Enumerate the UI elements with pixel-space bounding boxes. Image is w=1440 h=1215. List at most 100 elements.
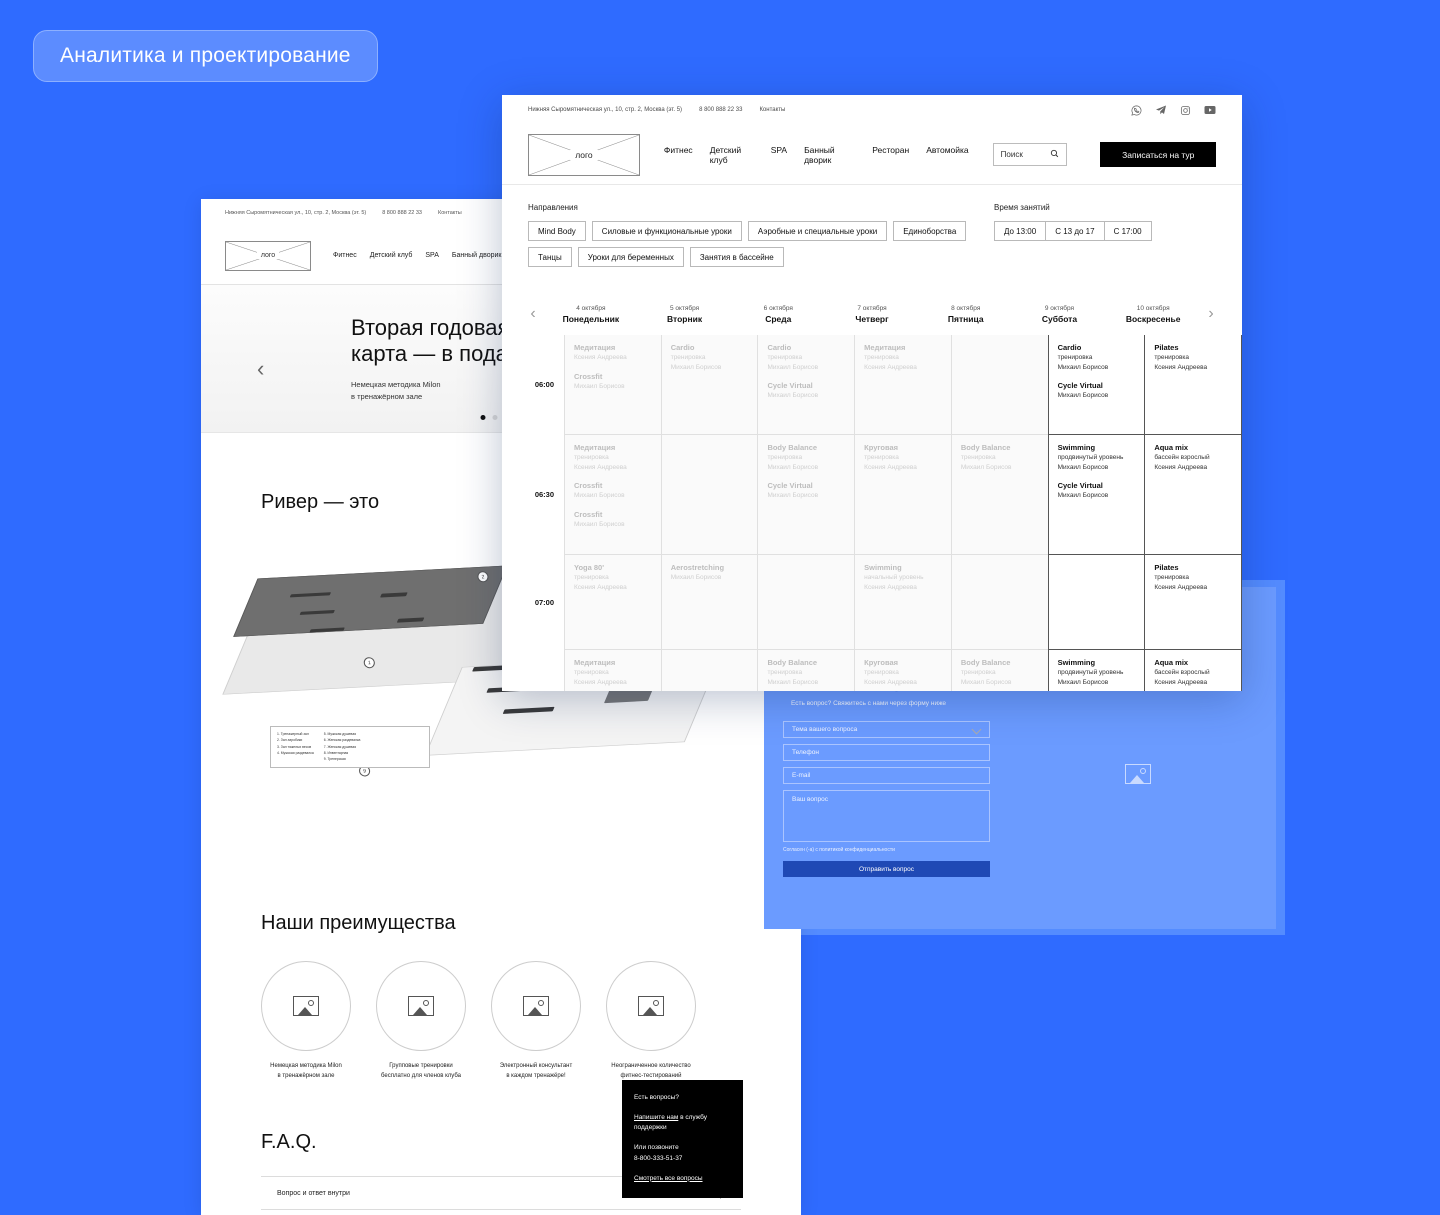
class-event[interactable]: Cycle Virtual Михаил Борисов xyxy=(767,481,846,501)
filter-chip-dance[interactable]: Танцы xyxy=(528,247,572,267)
schedule-cell[interactable]: Cardio тренировка Михаил Борисов xyxy=(661,335,758,435)
class-event[interactable]: Медитация тренировка Ксения Андреева xyxy=(574,443,653,472)
search-icon[interactable] xyxy=(1050,149,1059,160)
time-chip-after-17[interactable]: С 17:00 xyxy=(1103,221,1152,241)
schedule-cell[interactable] xyxy=(661,435,758,555)
next-week-icon[interactable]: › xyxy=(1200,305,1222,323)
schedule-cell[interactable] xyxy=(661,650,758,691)
youtube-icon[interactable] xyxy=(1204,105,1216,115)
schedule-cell[interactable] xyxy=(1048,555,1145,650)
schedule-cell[interactable]: Body Balance тренировка Михаил Борисов xyxy=(951,435,1048,555)
time-chip-before-13[interactable]: До 13:00 xyxy=(994,221,1046,241)
schedule-cell[interactable]: Круговая тренировка Ксения Андреева xyxy=(855,435,951,555)
schedule-contacts-link[interactable]: Контакты xyxy=(759,107,785,113)
schedule-cell[interactable]: Body Balance тренировка Михаил Борисов Cycl… xyxy=(758,435,855,555)
class-event[interactable]: Crossfit Михаил Борисов xyxy=(574,481,653,501)
site-phone[interactable]: 8 800 888 22 33 xyxy=(382,210,422,216)
class-event[interactable]: Cardio тренировка Михаил Борисов xyxy=(767,343,846,372)
search-input[interactable]: Поиск xyxy=(992,143,1068,166)
schedule-phone[interactable]: 8 800 888 22 33 xyxy=(699,107,742,113)
schedule-cell[interactable]: Медитация тренировка Ксения Андреева xyxy=(855,335,951,435)
class-event[interactable]: Cycle Virtual Михаил Борисов xyxy=(767,381,846,401)
day-header-saturday[interactable]: 9 октября Суббота xyxy=(1013,305,1107,324)
class-event[interactable]: Aerostretching Михаил Борисов xyxy=(671,563,750,583)
schedule-cell[interactable]: Aerostretching Михаил Борисов xyxy=(661,555,758,650)
hero-dot-1[interactable] xyxy=(480,415,486,420)
site-nav-item-fitness[interactable]: Фитнес xyxy=(333,252,357,259)
schedule-cell[interactable]: Cardio тренировка Михаил Борисов Cycle Virt… xyxy=(758,335,855,435)
schedule-cell[interactable]: Pilates тренировка Ксения Андреева xyxy=(1145,335,1242,435)
class-event[interactable]: Cycle Virtual Михаил Борисов xyxy=(1058,481,1137,501)
schedule-cell[interactable]: Swimming продвинутый уровень Михаил Борисо… xyxy=(1048,650,1145,691)
nav-item-fitness[interactable]: Фитнес xyxy=(664,145,693,165)
class-event[interactable]: Body Balance тренировка Михаил Борисов xyxy=(767,658,846,687)
nav-item-restaurant[interactable]: Ресторан xyxy=(872,145,909,165)
schedule-cell[interactable]: Cardio тренировка Михаил Борисов Cycle Virt… xyxy=(1048,335,1145,435)
class-event[interactable]: Body Balance тренировка Михаил Борисов xyxy=(961,658,1040,687)
day-header-wednesday[interactable]: 6 октября Среда xyxy=(731,305,825,324)
class-event[interactable]: Body Balance тренировка Михаил Борисов xyxy=(961,443,1040,472)
filter-chip-strength[interactable]: Силовые и функциональные уроки xyxy=(591,221,742,241)
schedule-cell[interactable] xyxy=(758,555,855,650)
schedule-cell[interactable] xyxy=(951,555,1048,650)
class-event[interactable]: Swimming продвинутый уровень Михаил Борисо… xyxy=(1058,658,1137,687)
schedule-cell[interactable]: Медитация тренировка Ксения Андреева xyxy=(565,650,661,691)
site-logo[interactable]: лого xyxy=(225,240,311,271)
class-event[interactable]: Cardio тренировка Михаил Борисов xyxy=(671,343,750,372)
class-event[interactable]: Круговая тренировка Ксения Андреева xyxy=(864,443,943,472)
schedule-cell[interactable]: Body Balance тренировка Михаил Борисов xyxy=(758,650,855,691)
schedule-cell[interactable]: Swimming продвинутый уровень Михаил Борисо… xyxy=(1048,435,1145,555)
nav-item-kids-club[interactable]: Детский клуб xyxy=(710,145,754,165)
nav-item-carwash[interactable]: Автомойка xyxy=(926,145,968,165)
class-event[interactable]: Aqua mix бассейн взрослый Ксения Андреева xyxy=(1154,658,1233,687)
filter-chip-mind-body[interactable]: Mind Body xyxy=(528,221,586,241)
faq-item[interactable]: Вопрос и ответ внутри xyxy=(261,1210,741,1215)
schedule-cell[interactable]: Yoga 80' тренировка Ксения Андреева xyxy=(565,555,661,650)
class-event[interactable]: Pilates тренировка Ксения Андреева xyxy=(1154,563,1233,592)
schedule-cell[interactable]: Aqua mix бассейн взрослый Ксения Андреева xyxy=(1145,435,1242,555)
class-event[interactable]: Cycle Virtual Михаил Борисов xyxy=(1058,381,1137,401)
site-nav-item-spa[interactable]: SPA xyxy=(425,252,439,259)
schedule-cell[interactable]: Медитация тренировка Ксения Андреева Crossf… xyxy=(565,435,661,555)
hero-dot-2[interactable] xyxy=(492,415,498,420)
class-event[interactable]: Crossfit Михаил Борисов xyxy=(574,510,653,530)
site-nav-item-kids[interactable]: Детский клуб xyxy=(370,252,413,259)
filter-chip-martial-arts[interactable]: Единоборства xyxy=(893,221,967,241)
nav-item-spa[interactable]: SPA xyxy=(771,145,787,165)
schedule-cell[interactable]: Круговая тренировка Ксения Андреева xyxy=(855,650,951,691)
book-tour-button[interactable]: Записаться на тур xyxy=(1100,142,1217,167)
class-event[interactable]: Swimming начальный уровень Ксения Андреева xyxy=(864,563,943,592)
schedule-cell[interactable]: Body Balance тренировка Михаил Борисов xyxy=(951,650,1048,691)
whatsapp-icon[interactable] xyxy=(1131,105,1142,116)
hero-prev-icon[interactable]: ‹ xyxy=(257,356,264,382)
schedule-cell[interactable]: Aqua mix бассейн взрослый Ксения Андреева xyxy=(1145,650,1242,691)
site-nav-item-banya[interactable]: Банный дворик xyxy=(452,252,502,259)
telegram-icon[interactable] xyxy=(1155,104,1167,116)
class-event[interactable]: Медитация тренировка Ксения Андреева xyxy=(574,658,653,687)
class-event[interactable]: Медитация тренировка Ксения Андреева xyxy=(864,343,943,372)
faq-tip-phone[interactable]: 8-800-333-51-37 xyxy=(634,1155,682,1162)
faq-tip-write-link[interactable]: Напишите нам xyxy=(634,1114,678,1121)
faq-tip-all-questions-link[interactable]: Смотреть все вопросы xyxy=(634,1174,731,1185)
schedule-logo[interactable]: лого xyxy=(528,133,640,176)
class-event[interactable]: Aqua mix бассейн взрослый Ксения Андреева xyxy=(1154,443,1233,472)
class-event[interactable]: Crossfit Михаил Борисов xyxy=(574,372,653,392)
schedule-cell[interactable]: Pilates тренировка Ксения Андреева xyxy=(1145,555,1242,650)
filter-chip-pool[interactable]: Занятия в бассейне xyxy=(689,247,784,267)
class-event[interactable]: Cardio тренировка Михаил Борисов xyxy=(1058,343,1137,372)
day-header-friday[interactable]: 8 октября Пятница xyxy=(919,305,1013,324)
site-contacts-link[interactable]: Контакты xyxy=(438,210,462,216)
day-header-thursday[interactable]: 7 октября Четверг xyxy=(825,305,919,324)
filter-chip-aerobic[interactable]: Аэробные и специальные уроки xyxy=(747,221,888,241)
day-header-tuesday[interactable]: 5 октября Вторник xyxy=(638,305,732,324)
class-event[interactable]: Медитация Ксения Андреева xyxy=(574,343,653,363)
time-chip-13-to-17[interactable]: С 13 до 17 xyxy=(1045,221,1104,241)
class-event[interactable]: Yoga 80' тренировка Ксения Андреева xyxy=(574,563,653,592)
nav-item-banny-dvorik[interactable]: Банный дворик xyxy=(804,145,855,165)
schedule-cell[interactable] xyxy=(951,335,1048,435)
instagram-icon[interactable] xyxy=(1180,105,1191,116)
filter-chip-pregnancy[interactable]: Уроки для беременных xyxy=(577,247,684,267)
class-event[interactable]: Body Balance тренировка Михаил Борисов xyxy=(767,443,846,472)
day-header-monday[interactable]: 4 октября Понедельник xyxy=(544,305,638,324)
schedule-cell[interactable]: Swimming начальный уровень Ксения Андреева xyxy=(855,555,951,650)
